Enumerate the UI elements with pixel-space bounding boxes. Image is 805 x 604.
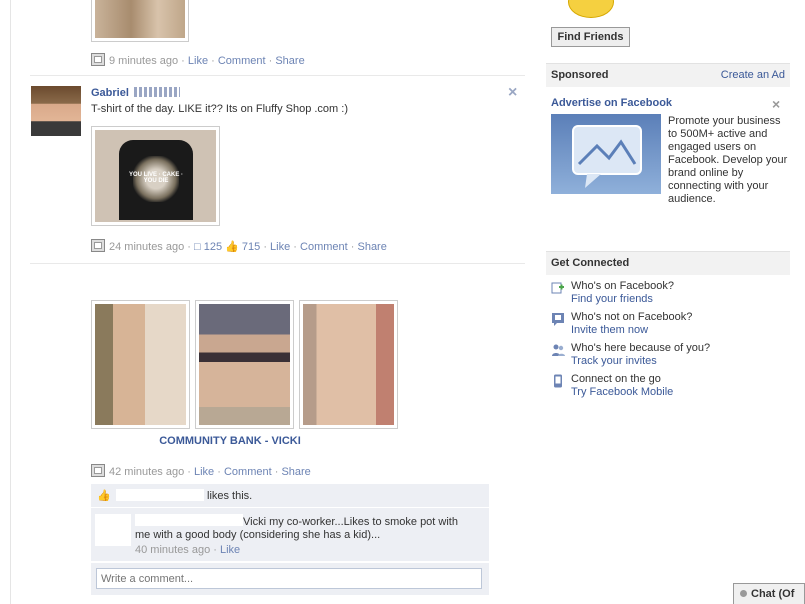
album-photo-2[interactable] xyxy=(195,300,294,429)
post2-photo[interactable]: YOU LIVE · CAKE · YOU DIE xyxy=(91,126,220,226)
chat-tab[interactable]: Chat (Of xyxy=(733,583,805,604)
tshirt-print-text: YOU LIVE · CAKE · YOU DIE xyxy=(129,172,184,184)
redacted-name xyxy=(116,489,204,501)
find-your-friends-link[interactable]: Find your friends xyxy=(571,293,653,305)
write-comment-row xyxy=(91,563,489,595)
post2-avatar[interactable] xyxy=(31,86,81,136)
post2-share-link[interactable]: Share xyxy=(357,241,386,253)
post2-author[interactable]: Gabriel xyxy=(91,87,129,99)
add-friend-icon xyxy=(551,282,564,294)
post-divider xyxy=(30,75,525,76)
comment-like-link[interactable]: Like xyxy=(220,544,240,556)
post3-meta: 42 minutes ago · Like · Comment · Share xyxy=(91,464,311,478)
connect-title-4: Connect on the go xyxy=(571,373,661,385)
likes-row: 👍 likes this. xyxy=(91,484,489,507)
connect-title-1: Who's on Facebook? xyxy=(571,280,674,292)
tshirt-image: YOU LIVE · CAKE · YOU DIE xyxy=(95,130,216,222)
post3-time[interactable]: 42 minutes ago xyxy=(109,466,184,478)
post1-meta: 9 minutes ago · Like · Comment · Share xyxy=(91,53,305,67)
post3-like-link[interactable]: Like xyxy=(194,466,214,478)
album-photo-3[interactable] xyxy=(299,300,398,429)
photo-story-icon xyxy=(91,464,105,477)
create-ad-link[interactable]: Create an Ad xyxy=(721,69,785,81)
album-photo-1[interactable] xyxy=(91,300,190,429)
post2-time[interactable]: 24 minutes ago xyxy=(109,241,184,253)
try-facebook-mobile-link[interactable]: Try Facebook Mobile xyxy=(571,386,673,398)
mobile-icon xyxy=(554,374,562,388)
friends-graphic xyxy=(568,0,614,18)
connect-title-3: Who's here because of you? xyxy=(571,342,711,354)
post2-like-count[interactable]: 715 xyxy=(242,241,260,253)
likes-text: likes this. xyxy=(207,490,253,502)
comment-count-icon: □ xyxy=(194,241,201,253)
comment-meta: 40 minutes ago · Like xyxy=(135,544,241,556)
ad-body: Promote your business to 500M+ active an… xyxy=(668,115,788,205)
post1-time[interactable]: 9 minutes ago xyxy=(109,55,178,67)
invite-them-now-link[interactable]: Invite them now xyxy=(571,324,648,336)
post2-comment-count[interactable]: 125 xyxy=(204,241,222,253)
get-connected-label: Get Connected xyxy=(551,257,630,269)
get-connected-header: Get Connected xyxy=(546,251,790,275)
photo-speech-bubble-icon xyxy=(572,125,642,188)
chat-status-icon xyxy=(740,590,747,597)
post2-meta: 24 minutes ago · □ 125 👍 715 · Like · Co… xyxy=(91,239,387,253)
comment: Vicki my co-worker...Likes to smoke pot … xyxy=(91,508,489,561)
comment-time[interactable]: 40 minutes ago xyxy=(135,544,210,556)
track-your-invites-link[interactable]: Track your invites xyxy=(571,355,657,367)
connect-title-2: Who's not on Facebook? xyxy=(571,311,693,323)
post2-like-link[interactable]: Like xyxy=(270,241,290,253)
write-comment-input[interactable] xyxy=(96,568,482,589)
post1-photo[interactable] xyxy=(91,0,189,42)
album-title[interactable]: COMMUNITY BANK - VICKI xyxy=(91,435,369,447)
chat-label: Chat (Of xyxy=(751,588,795,600)
post1-comment-link[interactable]: Comment xyxy=(218,55,266,67)
page-left-border xyxy=(10,0,11,604)
post3-share-link[interactable]: Share xyxy=(281,466,310,478)
post1-share-link[interactable]: Share xyxy=(275,55,304,67)
post2-text: T-shirt of the day. LIKE it?? Its on Flu… xyxy=(91,103,348,115)
photo-story-icon xyxy=(91,53,105,66)
post2-comment-link[interactable]: Comment xyxy=(300,241,348,253)
post-divider xyxy=(30,263,525,264)
post1-like-link[interactable]: Like xyxy=(188,55,208,67)
find-friends-button[interactable]: Find Friends xyxy=(551,27,630,47)
post3-comment-link[interactable]: Comment xyxy=(224,466,272,478)
ad-image[interactable] xyxy=(551,114,661,194)
photo-story-icon xyxy=(91,239,105,252)
sponsored-header: Sponsored Create an Ad xyxy=(546,63,790,87)
commenter-avatar[interactable] xyxy=(95,514,131,546)
thumbs-up-icon: 👍 xyxy=(97,490,111,502)
post2-close-icon[interactable]: × xyxy=(508,84,517,102)
people-icon xyxy=(552,344,565,356)
ad-title[interactable]: Advertise on Facebook xyxy=(551,97,672,109)
redacted-surname xyxy=(134,87,180,97)
thumbs-up-icon: 👍 xyxy=(225,241,239,253)
comment-text: Vicki my co-worker...Likes to smoke pot … xyxy=(135,516,458,541)
invite-icon xyxy=(552,313,564,326)
ad-close-icon[interactable]: × xyxy=(772,96,780,112)
sponsored-label: Sponsored xyxy=(551,69,609,81)
